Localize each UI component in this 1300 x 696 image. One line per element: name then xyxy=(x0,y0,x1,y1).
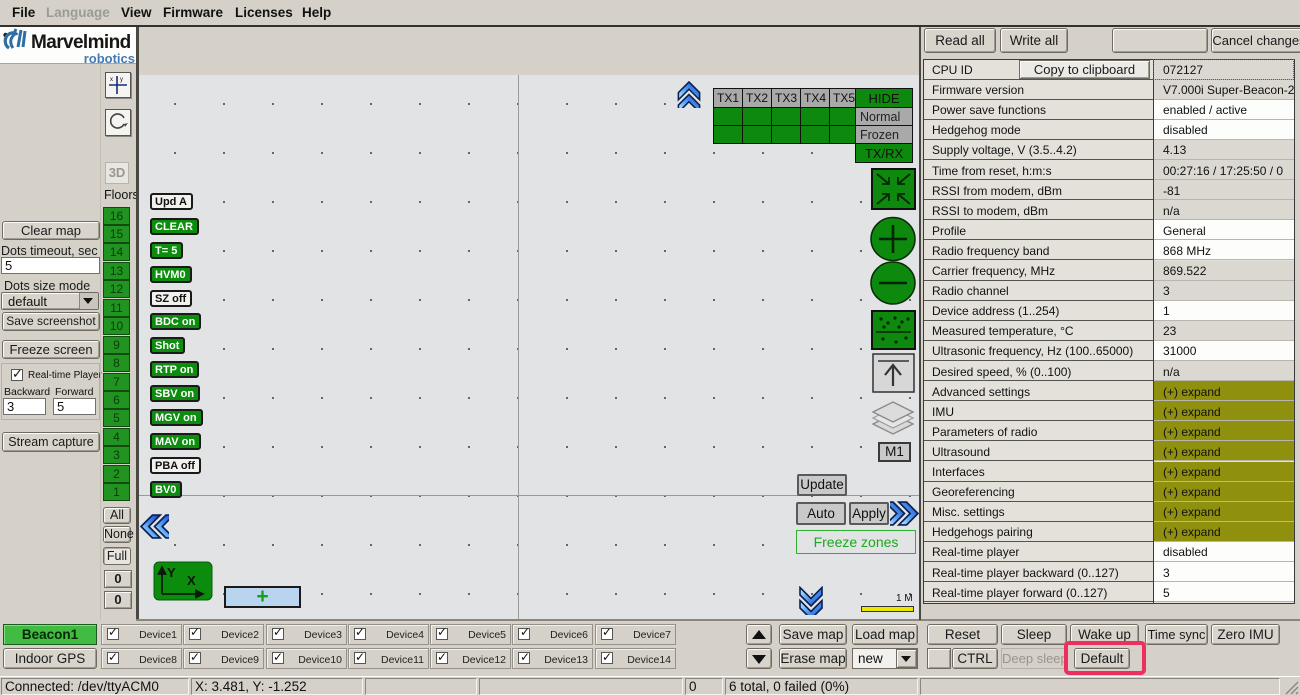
svg-text:X: X xyxy=(187,573,196,588)
svg-text:x: x xyxy=(110,77,113,83)
svg-text:Y: Y xyxy=(167,565,176,580)
svg-text:y: y xyxy=(120,77,123,83)
